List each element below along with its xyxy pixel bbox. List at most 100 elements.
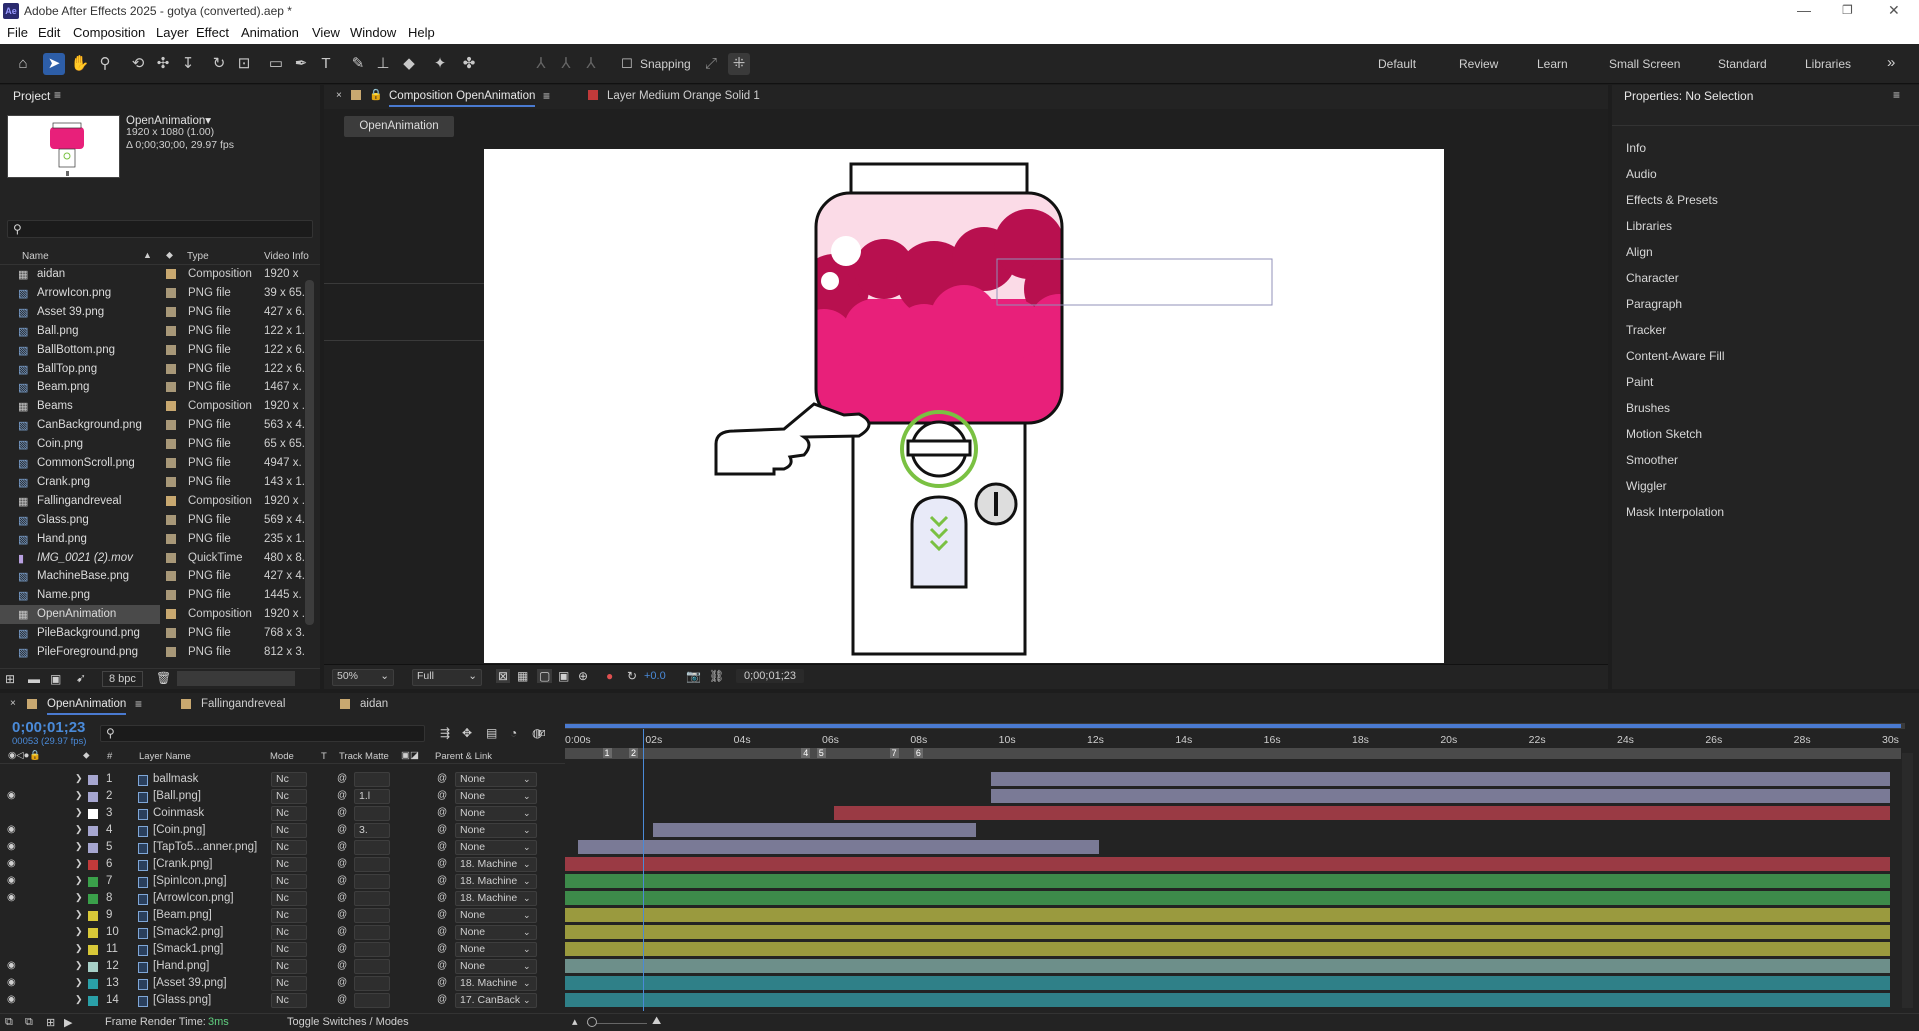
menu-window[interactable]: Window xyxy=(350,25,396,40)
grid-guides-icon[interactable]: ⊕ xyxy=(578,669,588,683)
comp-mini-flowchart-icon[interactable]: ⇶ xyxy=(440,726,450,740)
pickwhip-icon[interactable]: @ xyxy=(437,960,447,971)
label-swatch[interactable] xyxy=(166,420,176,431)
label-swatch[interactable] xyxy=(166,495,176,506)
brush-tool-icon[interactable]: ✎ xyxy=(347,53,369,75)
layer-label-swatch[interactable] xyxy=(88,877,98,887)
selection-tool-icon[interactable]: ➤ xyxy=(43,53,65,75)
mode-dropdown[interactable]: Nc xyxy=(271,891,307,906)
track-matte-dropdown[interactable] xyxy=(354,857,390,872)
layer-name[interactable]: [TapTo5...anner.png] xyxy=(153,841,257,853)
layer-name[interactable]: ballmask xyxy=(153,773,198,785)
sort-up-icon[interactable]: ▲ xyxy=(143,250,152,260)
layer-label-swatch[interactable] xyxy=(88,911,98,921)
project-item[interactable]: ▦ Fallingandreveal Composition 1920 x . xyxy=(0,492,305,511)
project-item[interactable]: ▧ CanBackground.png PNG file 563 x 4. xyxy=(0,416,305,435)
interpret-footage-icon[interactable]: ⊞ xyxy=(5,672,15,686)
exposure-value[interactable]: +0.0 xyxy=(644,670,666,682)
chevron-right-icon[interactable]: ❯ xyxy=(75,977,83,988)
pickwhip-icon[interactable]: @ xyxy=(437,858,447,869)
graph-editor-icon[interactable]: ⧄ xyxy=(538,725,546,740)
project-item[interactable]: ▧ Coin.png PNG file 65 x 65. xyxy=(0,435,305,454)
mode-dropdown[interactable]: Nc xyxy=(271,772,307,787)
panel-item[interactable]: Mask Interpolation xyxy=(1626,505,1724,519)
tab-layer[interactable]: Layer Medium Orange Solid 1 xyxy=(607,90,760,102)
eraser-tool-icon[interactable]: ◆ xyxy=(398,53,420,75)
layer-name[interactable]: [Hand.png] xyxy=(153,960,209,972)
eye-icon[interactable]: ◉ xyxy=(7,892,16,903)
chevron-right-icon[interactable]: ❯ xyxy=(75,773,83,784)
menu-composition[interactable]: Composition xyxy=(73,25,145,40)
label-swatch[interactable] xyxy=(166,628,176,639)
track-matte-dropdown[interactable] xyxy=(354,772,390,787)
menu-animation[interactable]: Animation xyxy=(241,25,299,40)
label-swatch[interactable] xyxy=(166,552,176,563)
project-item[interactable]: ▦ aidan Composition 1920 x xyxy=(0,265,305,284)
menu-file[interactable]: File xyxy=(7,25,28,40)
layer-name[interactable]: [Beam.png] xyxy=(153,909,212,921)
layer-name[interactable]: [Smack1.png] xyxy=(153,943,223,955)
layer-label-swatch[interactable] xyxy=(88,996,98,1006)
project-item[interactable]: ▧ BallBottom.png PNG file 122 x 6. xyxy=(0,341,305,360)
pickwhip-icon[interactable]: @ xyxy=(437,892,447,903)
layer-duration-bar[interactable] xyxy=(653,823,976,837)
panel-menu-icon[interactable]: ≡ xyxy=(1893,88,1900,102)
work-area-range[interactable] xyxy=(565,724,1901,728)
label-swatch[interactable] xyxy=(166,647,176,657)
rectangle-tool-icon[interactable]: ▭ xyxy=(265,53,287,75)
label-swatch[interactable] xyxy=(166,533,176,544)
panel-item[interactable]: Info xyxy=(1626,141,1646,155)
track-matte-dropdown[interactable] xyxy=(354,925,390,940)
chevron-right-icon[interactable]: ❯ xyxy=(75,824,83,835)
close-tab-icon[interactable]: × xyxy=(10,698,16,709)
label-swatch[interactable] xyxy=(166,571,176,582)
chevron-right-icon[interactable]: ❯ xyxy=(75,858,83,869)
mode-dropdown[interactable]: Nc xyxy=(271,874,307,889)
layer-row[interactable]: ❯ 9 [Beam.png] Nc @ @ None ⌄ xyxy=(0,907,1919,924)
tab-composition[interactable]: Composition OpenAnimation xyxy=(389,90,536,107)
panel-menu-icon[interactable]: ≡ xyxy=(54,88,61,102)
comp-marker[interactable]: 2 xyxy=(629,748,639,758)
workspace-libraries[interactable]: Libraries xyxy=(1805,57,1851,71)
layer-duration-bar[interactable] xyxy=(991,772,1890,786)
zoom-tool-icon[interactable]: ⚲ xyxy=(94,53,116,75)
panel-item[interactable]: Effects & Presets xyxy=(1626,193,1718,207)
pickwhip-icon[interactable]: @ xyxy=(437,807,447,818)
layer-label-swatch[interactable] xyxy=(88,945,98,955)
panel-item[interactable]: Libraries xyxy=(1626,219,1672,233)
pickwhip-icon[interactable]: @ xyxy=(437,841,447,852)
track-matte-dropdown[interactable] xyxy=(354,959,390,974)
mode-dropdown[interactable]: Nc xyxy=(271,857,307,872)
project-item[interactable]: ▧ Asset 39.png PNG file 427 x 6. xyxy=(0,303,305,322)
matte-link-icon[interactable]: @ xyxy=(337,926,347,937)
layer-name[interactable]: [Glass.png] xyxy=(153,994,211,1006)
anchor-point-tool-icon[interactable]: ⊡ xyxy=(233,53,255,75)
comp-marker[interactable]: 5 xyxy=(816,748,826,758)
matte-link-icon[interactable]: @ xyxy=(337,841,347,852)
layer-row[interactable]: ❯ 10 [Smack2.png] Nc @ @ None ⌄ xyxy=(0,924,1919,941)
layer-row[interactable]: ◉ ❯ 14 [Glass.png] Nc @ @17. CanBack ⌄ xyxy=(0,992,1919,1009)
panel-item[interactable]: Smoother xyxy=(1626,453,1678,467)
comp-marker[interactable]: 6 xyxy=(913,748,923,758)
layer-duration-bar[interactable] xyxy=(565,857,1890,871)
layer-label-swatch[interactable] xyxy=(88,826,98,836)
orbit-camera-icon[interactable]: ⟲ xyxy=(127,53,149,75)
draft-3d-icon[interactable]: ✥ xyxy=(462,726,472,740)
timeline-tab-fallingandreveal[interactable]: Fallingandreveal xyxy=(201,698,285,710)
project-item[interactable]: ▧ MachineBase.png PNG file 427 x 4. xyxy=(0,567,305,586)
render-time-icon[interactable]: ▶ xyxy=(64,1016,72,1029)
menu-help[interactable]: Help xyxy=(408,25,435,40)
layer-label-swatch[interactable] xyxy=(88,894,98,904)
matte-link-icon[interactable]: @ xyxy=(337,892,347,903)
layer-duration-bar[interactable] xyxy=(565,925,1890,939)
new-comp-icon[interactable]: ▣ xyxy=(50,672,61,686)
zoom-in-icon[interactable]: ⛰ xyxy=(652,1015,661,1028)
workspace-learn[interactable]: Learn xyxy=(1537,57,1568,71)
chevron-right-icon[interactable]: ❯ xyxy=(75,875,83,886)
track-matte-dropdown[interactable] xyxy=(354,908,390,923)
panel-menu-icon[interactable]: ≡ xyxy=(135,697,142,711)
axis-local-icon[interactable]: ⅄ xyxy=(530,53,552,75)
chevron-right-icon[interactable]: ❯ xyxy=(75,892,83,903)
comp-breadcrumb[interactable]: OpenAnimation xyxy=(344,116,454,137)
matte-link-icon[interactable]: @ xyxy=(337,875,347,886)
